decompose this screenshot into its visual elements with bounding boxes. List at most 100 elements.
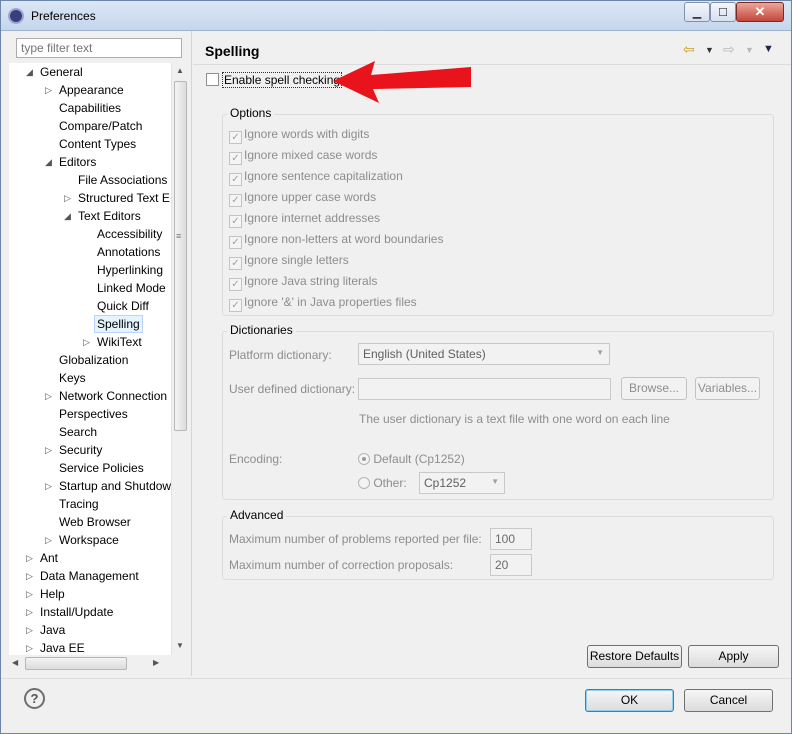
collapsed-twisty-icon[interactable]: ▷	[83, 333, 90, 351]
tree-item[interactable]: ▷ Structured Text E	[9, 189, 171, 207]
tree-item[interactable]: ▷ Java	[9, 621, 171, 639]
filter-input[interactable]	[16, 38, 182, 58]
collapsed-twisty-icon[interactable]: ▷	[64, 189, 71, 207]
tree-item[interactable]: ▷ Data Management	[9, 567, 171, 585]
maximize-button[interactable]: ☐	[710, 2, 736, 22]
option-checkbox[interactable]: ✓	[229, 215, 242, 228]
scroll-down-icon[interactable]: ▼	[176, 641, 184, 650]
forward-menu-icon[interactable]: ▼	[745, 45, 754, 55]
tree-item[interactable]: Globalization	[9, 351, 171, 369]
collapsed-twisty-icon[interactable]: ▷	[45, 531, 52, 549]
tree-item[interactable]: Capabilities	[9, 99, 171, 117]
tree-vertical-scrollbar[interactable]: ▲ ≡ ▼	[171, 63, 188, 655]
encoding-default-option[interactable]: Default (Cp1252)	[358, 452, 465, 466]
tree-item[interactable]: Web Browser	[9, 513, 171, 531]
collapsed-twisty-icon[interactable]: ▷	[45, 81, 52, 99]
enable-spell-checking[interactable]: Enable spell checking	[206, 72, 343, 88]
tree-item[interactable]: ▷ Network Connection	[9, 387, 171, 405]
hscroll-thumb[interactable]	[25, 657, 127, 670]
option-item[interactable]: ✓ Ignore non-letters at word boundaries	[229, 232, 443, 249]
tree-item[interactable]: ▷ Help	[9, 585, 171, 603]
view-menu-icon[interactable]: ▼	[763, 43, 774, 55]
scroll-left-icon[interactable]: ◀	[12, 658, 18, 667]
option-item[interactable]: ✓ Ignore words with digits	[229, 127, 369, 144]
collapsed-twisty-icon[interactable]: ▷	[45, 477, 52, 495]
tree-item[interactable]: ▷ Java EE	[9, 639, 171, 655]
collapsed-twisty-icon[interactable]: ▷	[26, 567, 33, 585]
option-item[interactable]: ✓ Ignore internet addresses	[229, 211, 380, 228]
tree-item[interactable]: ▷ Ant	[9, 549, 171, 567]
option-item[interactable]: ✓ Ignore '&' in Java properties files	[229, 295, 417, 312]
collapsed-twisty-icon[interactable]: ▷	[26, 639, 33, 655]
expanded-twisty-icon[interactable]: ◢	[26, 63, 33, 81]
tree-item[interactable]: ◢ Editors	[9, 153, 171, 171]
tree-item[interactable]: Tracing	[9, 495, 171, 513]
tree-item[interactable]: ▷ Appearance	[9, 81, 171, 99]
tree-item[interactable]: Compare/Patch	[9, 117, 171, 135]
tree-item[interactable]: Keys	[9, 369, 171, 387]
tree-horizontal-scrollbar[interactable]: ◀ ▶	[9, 655, 171, 672]
expanded-twisty-icon[interactable]: ◢	[64, 207, 71, 225]
pane-divider[interactable]	[191, 31, 192, 676]
tree-item[interactable]: ▷ Install/Update	[9, 603, 171, 621]
collapsed-twisty-icon[interactable]: ▷	[45, 441, 52, 459]
other-radio[interactable]	[358, 477, 370, 489]
option-checkbox[interactable]: ✓	[229, 236, 242, 249]
option-item[interactable]: ✓ Ignore sentence capitalization	[229, 169, 403, 186]
option-item[interactable]: ✓ Ignore single letters	[229, 253, 349, 270]
option-checkbox[interactable]: ✓	[229, 173, 242, 186]
max-proposals-input[interactable]: 20	[490, 554, 532, 576]
option-checkbox[interactable]: ✓	[229, 152, 242, 165]
tree-item[interactable]: Annotations	[9, 243, 171, 261]
collapsed-twisty-icon[interactable]: ▷	[26, 603, 33, 621]
enable-spell-checkbox[interactable]	[206, 73, 219, 86]
option-item[interactable]: ✓ Ignore upper case words	[229, 190, 376, 207]
user-dictionary-input[interactable]	[358, 378, 611, 400]
tree-item[interactable]: Accessibility	[9, 225, 171, 243]
collapsed-twisty-icon[interactable]: ▷	[26, 585, 33, 603]
collapsed-twisty-icon[interactable]: ▷	[45, 387, 52, 405]
tree-item[interactable]: ▷ Security	[9, 441, 171, 459]
option-checkbox[interactable]: ✓	[229, 194, 242, 207]
tree-item[interactable]: Perspectives	[9, 405, 171, 423]
help-icon[interactable]: ?	[24, 688, 45, 709]
tree-item[interactable]: ◢ Text Editors	[9, 207, 171, 225]
close-button[interactable]: ✕	[736, 2, 784, 22]
variables-button[interactable]: Variables...	[695, 377, 760, 400]
option-item[interactable]: ✓ Ignore mixed case words	[229, 148, 377, 165]
tree-item[interactable]: ▷ WikiText	[9, 333, 171, 351]
scroll-right-icon[interactable]: ▶	[153, 658, 159, 667]
tree-item[interactable]: File Associations	[9, 171, 171, 189]
encoding-other-option[interactable]: Other:	[358, 476, 407, 490]
tree-item[interactable]: ◢ General	[9, 63, 171, 81]
forward-icon[interactable]: ⇨	[723, 41, 735, 58]
tree-item[interactable]: Spelling	[9, 315, 171, 333]
scroll-up-icon[interactable]: ▲	[176, 66, 184, 75]
tree-item[interactable]: Hyperlinking	[9, 261, 171, 279]
option-checkbox[interactable]: ✓	[229, 299, 242, 312]
max-problems-input[interactable]: 100	[490, 528, 532, 550]
option-checkbox[interactable]: ✓	[229, 278, 242, 291]
back-menu-icon[interactable]: ▼	[705, 45, 714, 55]
default-radio[interactable]	[358, 453, 370, 465]
restore-defaults-button[interactable]: Restore Defaults	[587, 645, 682, 668]
tree-item[interactable]: Linked Mode	[9, 279, 171, 297]
apply-button[interactable]: Apply	[688, 645, 779, 668]
scroll-thumb[interactable]	[174, 81, 187, 431]
minimize-button[interactable]: ▁	[684, 2, 710, 22]
tree-item[interactable]: ▷ Workspace	[9, 531, 171, 549]
option-checkbox[interactable]: ✓	[229, 257, 242, 270]
tree-item[interactable]: ▷ Startup and Shutdow	[9, 477, 171, 495]
cancel-button[interactable]: Cancel	[684, 689, 773, 712]
other-encoding-select[interactable]: Cp1252 ▼	[419, 472, 505, 494]
browse-button[interactable]: Browse...	[621, 377, 687, 400]
option-checkbox[interactable]: ✓	[229, 131, 242, 144]
collapsed-twisty-icon[interactable]: ▷	[26, 549, 33, 567]
platform-dictionary-select[interactable]: English (United States) ▼	[358, 343, 610, 365]
tree-item[interactable]: Service Policies	[9, 459, 171, 477]
tree-item[interactable]: Content Types	[9, 135, 171, 153]
tree-item[interactable]: Search	[9, 423, 171, 441]
ok-button[interactable]: OK	[585, 689, 674, 712]
option-item[interactable]: ✓ Ignore Java string literals	[229, 274, 377, 291]
expanded-twisty-icon[interactable]: ◢	[45, 153, 52, 171]
